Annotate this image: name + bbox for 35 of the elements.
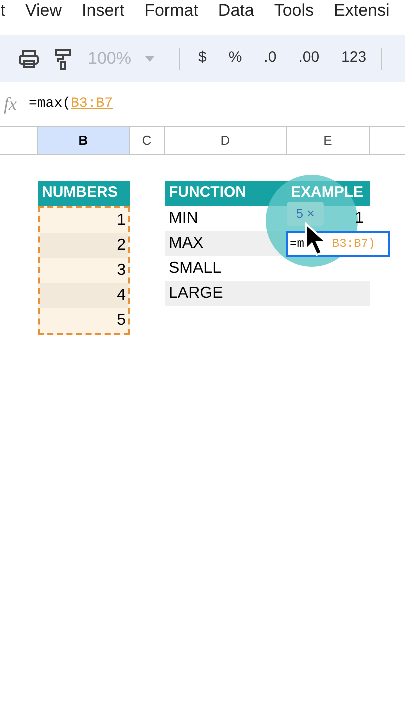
table-cell-text: MAX (168, 234, 205, 254)
caret-icon (145, 56, 156, 62)
table-cell-text: MIN (168, 208, 200, 228)
table-cell-text: 1 (116, 210, 127, 230)
format-button[interactable]: % (228, 47, 242, 70)
table-cell-text: LARGE (168, 284, 224, 304)
column-header[interactable]: D (165, 127, 287, 154)
table-header: NUMBERS (38, 181, 130, 206)
column-header[interactable]: C (130, 127, 165, 154)
format-button[interactable]: 123 (342, 47, 367, 70)
menu-item[interactable]: it (0, 0, 6, 24)
table-cell: 2 (40, 233, 128, 258)
format-button[interactable]: .0 (264, 47, 277, 70)
menu-item[interactable]: Format (144, 0, 198, 24)
menu-item[interactable]: View (26, 0, 62, 24)
table-header: EXAMPLE (290, 183, 365, 204)
table-cell-text: 1 (355, 208, 364, 228)
column-header[interactable]: E (287, 127, 370, 154)
menu-item[interactable]: Insert (82, 0, 125, 24)
menu-item[interactable]: Data (218, 0, 254, 24)
formula-input[interactable]: =max(B3:B7 (29, 94, 114, 114)
column-header[interactable]: B (38, 127, 130, 154)
table-cell: 4 (40, 283, 128, 308)
format-button[interactable]: $ (198, 47, 207, 70)
table-cell-text: SMALL (168, 258, 222, 278)
table-cell-text: 5 (116, 310, 127, 330)
fx-label: fx (4, 92, 17, 116)
table-cell-text: 3 (116, 260, 127, 280)
range-tooltip: 5 × (287, 202, 324, 226)
table-header: FUNCTION (168, 183, 248, 204)
menu-item[interactable]: Extensi (334, 0, 390, 24)
menu-item[interactable]: Tools (274, 0, 314, 24)
print-icon[interactable] (18, 48, 40, 68)
format-button[interactable]: .00 (298, 47, 320, 70)
paint-roller-icon[interactable] (54, 48, 72, 70)
